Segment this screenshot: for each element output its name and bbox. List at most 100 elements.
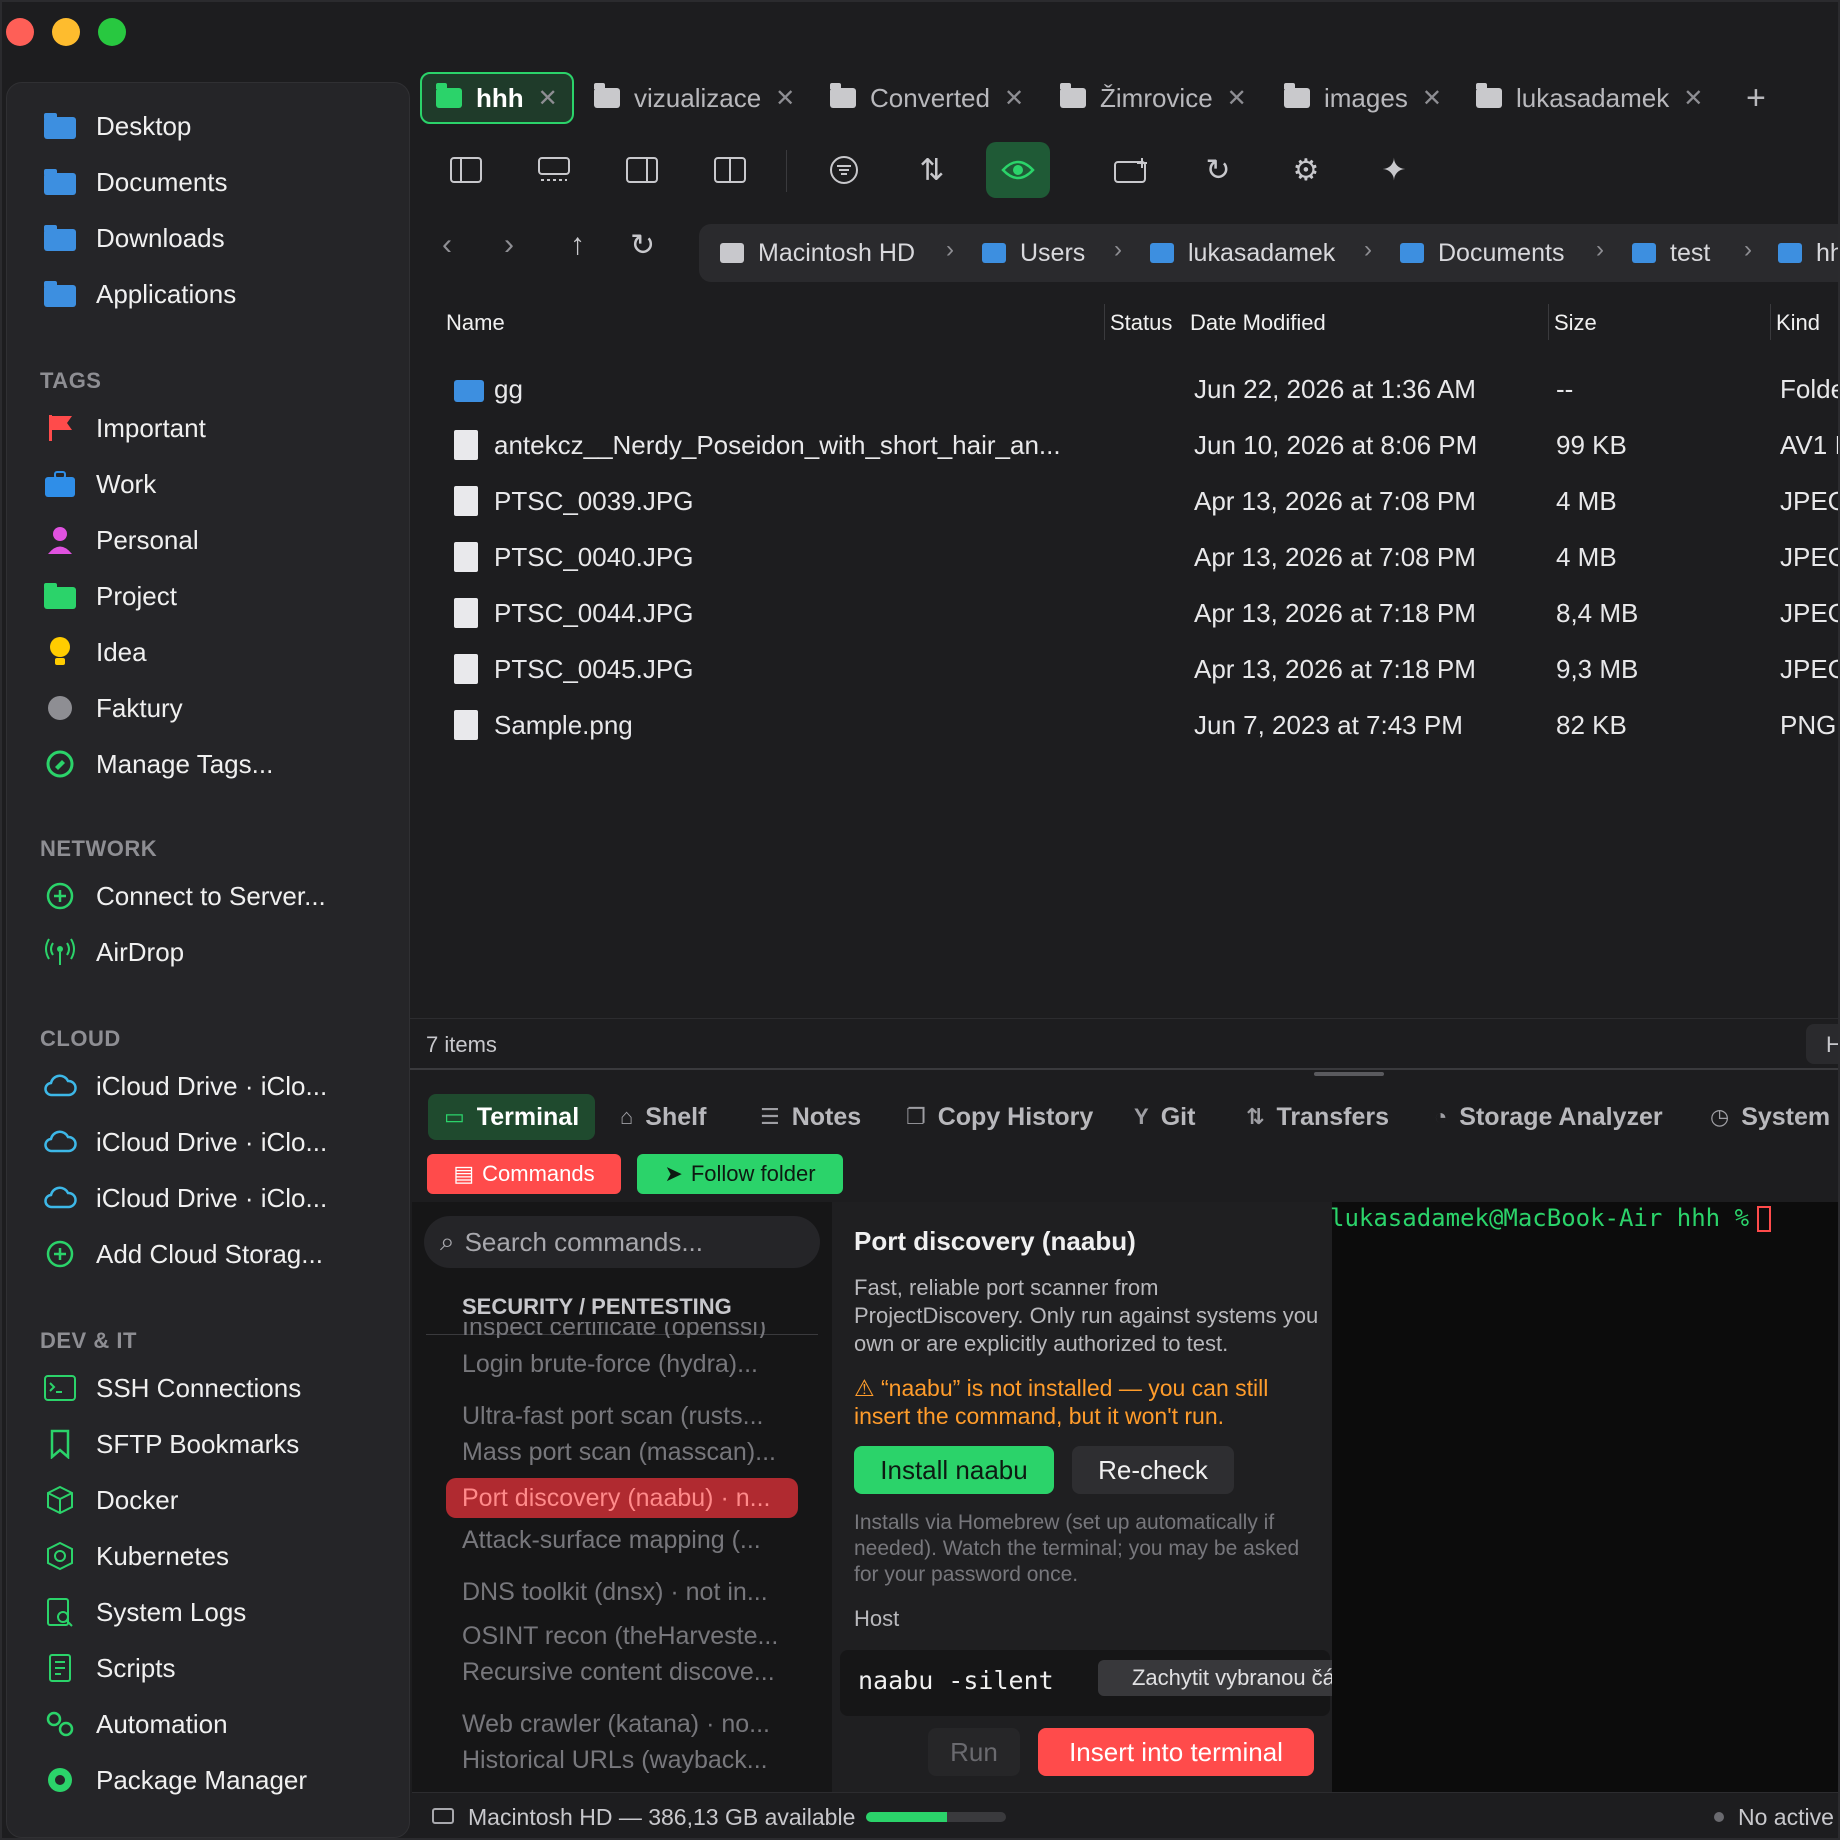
follow-folder-button[interactable]: ➤ Follow folder xyxy=(637,1154,843,1194)
sidebar-tag-faktury[interactable]: Faktury xyxy=(42,684,183,732)
sidebar-connect-server[interactable]: Connect to Server... xyxy=(42,872,326,920)
sidebar-system-logs[interactable]: System Logs xyxy=(42,1588,246,1636)
resize-handle[interactable] xyxy=(1314,1072,1384,1076)
breadcrumb-test[interactable]: test xyxy=(1632,238,1710,268)
terminal-view[interactable] xyxy=(1332,1202,1838,1794)
panel-tab-copy-history[interactable]: ❐ Copy History xyxy=(906,1094,1093,1140)
sidebar-item-documents[interactable]: Documents xyxy=(42,158,228,206)
tab-images[interactable]: images ✕ xyxy=(1284,72,1442,124)
search-commands-input[interactable]: ⌕ Search commands... xyxy=(424,1216,820,1268)
panel-tab-transfers[interactable]: ⇅ Transfers xyxy=(1246,1094,1389,1140)
sidebar-ssh[interactable]: SSH Connections xyxy=(42,1364,301,1412)
filter-button[interactable] xyxy=(812,142,876,198)
sidebar-icloud-3[interactable]: iCloud Drive · iClo... xyxy=(42,1174,327,1222)
hidden-toggle-button[interactable]: H xyxy=(1806,1024,1838,1064)
file-row[interactable]: gg Jun 22, 2026 at 1:36 AM -- Folde xyxy=(412,362,1838,418)
command-item[interactable]: Ultra-fast port scan (rusts... xyxy=(462,1402,763,1431)
install-naabu-button[interactable]: Install naabu xyxy=(854,1446,1054,1494)
minimize-window-button[interactable] xyxy=(52,18,80,46)
tab-lukasadamek[interactable]: lukasadamek ✕ xyxy=(1476,72,1703,124)
parent-folder-button[interactable]: ↑ xyxy=(570,228,585,262)
panel-tab-notes[interactable]: ☰ Notes xyxy=(760,1094,861,1140)
preview-strip-button[interactable] xyxy=(522,142,586,198)
close-icon[interactable]: ✕ xyxy=(538,84,558,113)
sidebar-scripts[interactable]: Scripts xyxy=(42,1644,175,1692)
back-button[interactable]: ‹ xyxy=(442,228,452,262)
breadcrumb-users[interactable]: Users xyxy=(982,238,1085,268)
terminal-prompt[interactable]: lukasadamek@MacBook-Air hhh % xyxy=(1330,1204,1772,1232)
file-row[interactable]: PTSC_0045.JPG Apr 13, 2026 at 7:18 PM 9,… xyxy=(412,642,1838,698)
close-icon[interactable]: ✕ xyxy=(1422,84,1442,113)
sort-button[interactable]: ⇅ xyxy=(900,142,964,198)
panel-tab-system[interactable]: ◷ System xyxy=(1710,1094,1830,1140)
breadcrumb-hhh[interactable]: hh xyxy=(1778,238,1838,268)
tab-converted[interactable]: Converted ✕ xyxy=(830,72,1024,124)
breadcrumb-macintosh-hd[interactable]: Macintosh HD xyxy=(720,238,915,268)
run-button[interactable]: Run xyxy=(928,1728,1020,1776)
sidebar-item-downloads[interactable]: Downloads xyxy=(42,214,225,262)
file-row[interactable]: PTSC_0039.JPG Apr 13, 2026 at 7:08 PM 4 … xyxy=(412,474,1838,530)
sidebar-airdrop[interactable]: AirDrop xyxy=(42,928,184,976)
settings-button[interactable]: ⚙ xyxy=(1274,142,1338,198)
column-header-status[interactable]: Status xyxy=(1110,310,1172,336)
new-tab-button[interactable]: + xyxy=(1746,72,1766,124)
host-command-value[interactable]: naabu -silent xyxy=(858,1666,1054,1695)
command-item[interactable]: Web crawler (katana) · no... xyxy=(462,1710,770,1739)
file-row[interactable]: Sample.png Jun 7, 2023 at 7:43 PM 82 KB … xyxy=(412,698,1838,754)
inspector-toggle-button[interactable] xyxy=(610,142,674,198)
breadcrumb-lukasadamek[interactable]: lukasadamek xyxy=(1150,238,1335,268)
reload-button[interactable]: ↻ xyxy=(630,228,655,263)
new-folder-button[interactable] xyxy=(1100,142,1164,198)
command-item[interactable]: Mass port scan (masscan)... xyxy=(462,1438,776,1467)
insert-into-terminal-button[interactable]: Insert into terminal xyxy=(1038,1728,1314,1776)
file-row[interactable]: PTSC_0040.JPG Apr 13, 2026 at 7:08 PM 4 … xyxy=(412,530,1838,586)
column-header-size[interactable]: Size xyxy=(1554,310,1597,336)
sidebar-package-manager[interactable]: Package Manager xyxy=(42,1756,307,1804)
command-item[interactable]: Inspect certificate (openssl) xyxy=(462,1322,766,1338)
sidebar-tag-project[interactable]: Project xyxy=(42,572,177,620)
column-header-name[interactable]: Name xyxy=(446,310,505,336)
close-icon[interactable]: ✕ xyxy=(775,84,795,113)
sidebar-add-cloud[interactable]: Add Cloud Storag... xyxy=(42,1230,323,1278)
sidebar-docker[interactable]: Docker xyxy=(42,1476,178,1524)
breadcrumb-documents[interactable]: Documents xyxy=(1400,238,1564,268)
sidebar-tag-idea[interactable]: Idea xyxy=(42,628,147,676)
close-icon[interactable]: ✕ xyxy=(1227,84,1247,113)
panel-divider[interactable] xyxy=(410,1068,1838,1070)
close-window-button[interactable] xyxy=(6,18,34,46)
sidebar-tag-personal[interactable]: Personal xyxy=(42,516,199,564)
tab-vizualizace[interactable]: vizualizace ✕ xyxy=(594,72,795,124)
recheck-button[interactable]: Re-check xyxy=(1072,1446,1234,1494)
sidebar-tag-work[interactable]: Work xyxy=(42,460,156,508)
tab-zimrovice[interactable]: Žimrovice ✕ xyxy=(1060,72,1247,124)
commands-button[interactable]: ▤ Commands xyxy=(427,1154,621,1194)
column-header-date[interactable]: Date Modified xyxy=(1190,310,1326,336)
file-row[interactable]: antekcz__Nerdy_Poseidon_with_short_hair_… xyxy=(412,418,1838,474)
close-icon[interactable]: ✕ xyxy=(1004,84,1024,113)
sidebar-icloud-2[interactable]: iCloud Drive · iClo... xyxy=(42,1118,327,1166)
ai-button[interactable]: ✦ xyxy=(1362,142,1426,198)
command-item[interactable]: Recursive content discove... xyxy=(462,1658,775,1687)
quick-look-button[interactable] xyxy=(986,142,1050,198)
command-item-selected[interactable]: Port discovery (naabu) · n... xyxy=(446,1478,798,1518)
tab-hhh[interactable]: hhh ✕ xyxy=(420,72,574,124)
sidebar-item-desktop[interactable]: Desktop xyxy=(42,102,191,150)
close-icon[interactable]: ✕ xyxy=(1683,84,1703,113)
sidebar-manage-tags[interactable]: Manage Tags... xyxy=(42,740,273,788)
forward-button[interactable]: › xyxy=(504,228,514,262)
panel-tab-shelf[interactable]: ⌂ Shelf xyxy=(620,1094,706,1140)
refresh-button[interactable]: ↻ xyxy=(1186,142,1250,198)
split-view-button[interactable] xyxy=(698,142,762,198)
command-item[interactable]: DNS toolkit (dnsx) · not in... xyxy=(462,1578,768,1607)
panel-tab-terminal[interactable]: ▭ Terminal xyxy=(428,1094,596,1140)
command-item[interactable]: Login brute-force (hydra)... xyxy=(462,1350,758,1379)
sidebar-toggle-button[interactable] xyxy=(434,142,498,198)
file-row[interactable]: PTSC_0044.JPG Apr 13, 2026 at 7:18 PM 8,… xyxy=(412,586,1838,642)
zoom-window-button[interactable] xyxy=(98,18,126,46)
sidebar-automation[interactable]: Automation xyxy=(42,1700,228,1748)
column-header-kind[interactable]: Kind xyxy=(1776,310,1820,336)
panel-tab-storage-analyzer[interactable]: ◔ Storage Analyzer xyxy=(1434,1094,1663,1140)
sidebar-kubernetes[interactable]: Kubernetes xyxy=(42,1532,229,1580)
command-item[interactable]: Historical URLs (wayback... xyxy=(462,1746,768,1775)
sidebar-sftp[interactable]: SFTP Bookmarks xyxy=(42,1420,299,1468)
